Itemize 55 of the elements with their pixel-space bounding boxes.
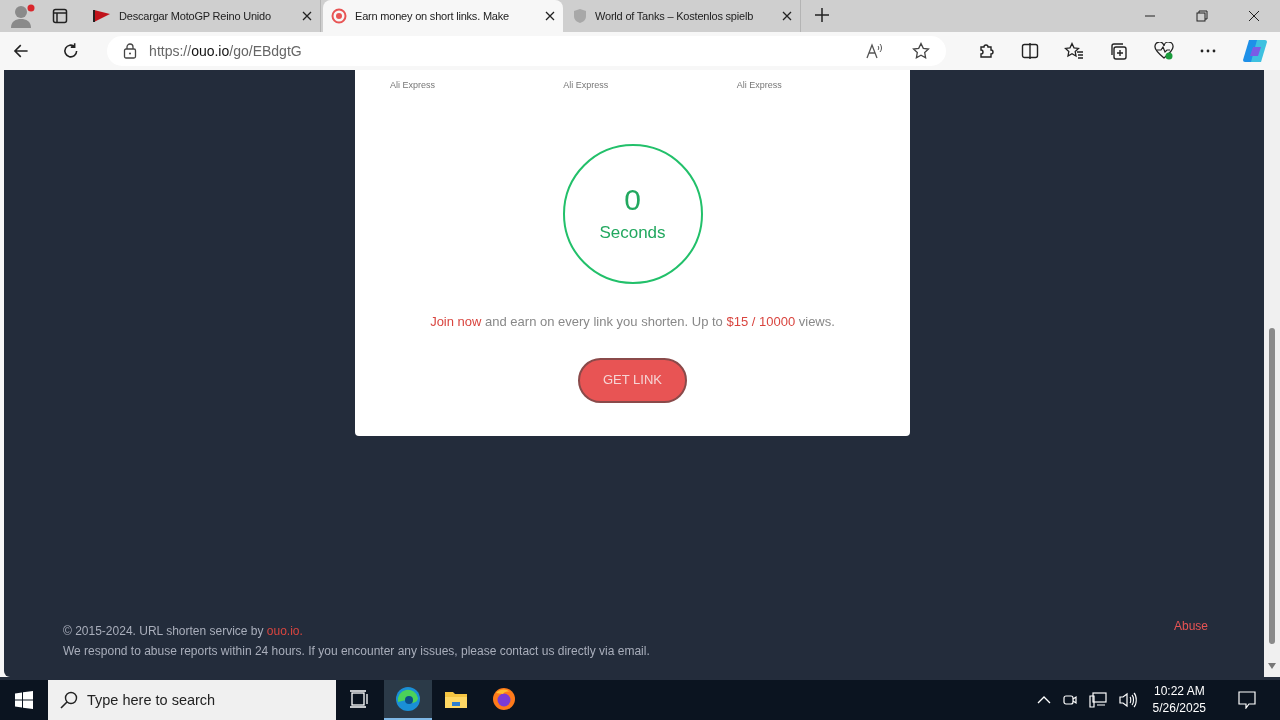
close-tab-icon[interactable]	[782, 11, 792, 21]
taskbar-app[interactable]	[384, 680, 432, 720]
favorite-star-icon[interactable]	[912, 42, 930, 60]
copilot-icon[interactable]	[1242, 38, 1268, 64]
scrollbar-thumb[interactable]	[1269, 328, 1275, 644]
ad-label: Ali Express	[563, 80, 609, 90]
shield-icon	[573, 8, 587, 24]
restore-icon[interactable]	[1196, 10, 1208, 22]
close-tab-icon[interactable]	[545, 11, 555, 21]
scroll-down-icon[interactable]	[1268, 663, 1276, 669]
ad-label: Ali Express	[736, 80, 782, 90]
taskbar-search-field[interactable]: Type here to search	[48, 680, 336, 720]
split-screen-icon[interactable]	[1021, 42, 1039, 60]
join-now-link[interactable]: Join now	[430, 314, 482, 329]
read-aloud-icon[interactable]	[866, 43, 884, 59]
profile-icon[interactable]	[8, 3, 36, 29]
volume-icon[interactable]	[1118, 692, 1137, 708]
health-monitor-icon[interactable]	[1154, 42, 1174, 60]
abuse-notice: We respond to abuse reports within 24 hours. If you encounter any issues, please contact us directly via email.	[63, 643, 650, 660]
tab-title: Descargar MotoGP Reino Unido	[119, 8, 271, 24]
camera-icon[interactable]	[1062, 692, 1077, 708]
lock-icon	[123, 43, 138, 59]
windows-start-icon[interactable]	[15, 691, 33, 709]
network-icon[interactable]	[1088, 692, 1107, 708]
ad-label: Ali Express	[390, 80, 435, 90]
flag-icon	[93, 9, 111, 23]
collections-icon[interactable]	[1109, 42, 1129, 60]
folder-icon	[444, 689, 468, 709]
tab-title: Earn money on short links. Make	[355, 8, 509, 24]
edge-icon	[395, 686, 421, 712]
countdown-unit: Seconds	[599, 222, 666, 245]
countdown-value: 0	[624, 182, 641, 219]
tab-actions-icon[interactable]	[52, 8, 68, 24]
chevron-up-icon[interactable]	[1036, 695, 1051, 705]
address-bar[interactable]: https://ouo.io/go/EBdgtG	[107, 36, 946, 66]
browser-tab[interactable]: Earn money on short links. Make	[323, 0, 563, 32]
abuse-link[interactable]: Abuse	[1173, 617, 1208, 635]
favorites-icon[interactable]	[1064, 42, 1084, 60]
clock-time[interactable]: 10:22 AM	[1153, 683, 1205, 700]
promo-text: Join now and earn on every link you shorten. Up to $15 / 10000 views.	[430, 313, 835, 331]
search-icon	[60, 691, 78, 709]
back-icon[interactable]	[12, 42, 30, 60]
close-icon[interactable]	[1248, 10, 1260, 22]
close-tab-icon[interactable]	[302, 11, 312, 21]
url-text: https://ouo.io/go/EBdgtG	[149, 41, 302, 61]
notifications-icon[interactable]	[1238, 691, 1256, 709]
task-view-icon	[350, 690, 370, 708]
clock-date[interactable]: 5/26/2025	[1152, 700, 1206, 717]
firefox-icon	[492, 687, 516, 711]
copyright-text: © 2015-2024. URL shorten service by ouo.io.	[63, 623, 304, 640]
target-icon	[331, 8, 347, 24]
extensions-icon[interactable]	[978, 42, 996, 60]
new-tab-icon[interactable]	[814, 7, 830, 23]
tab-title: World of Tanks – Kostenlos spielb	[595, 8, 754, 24]
refresh-icon[interactable]	[61, 42, 80, 60]
